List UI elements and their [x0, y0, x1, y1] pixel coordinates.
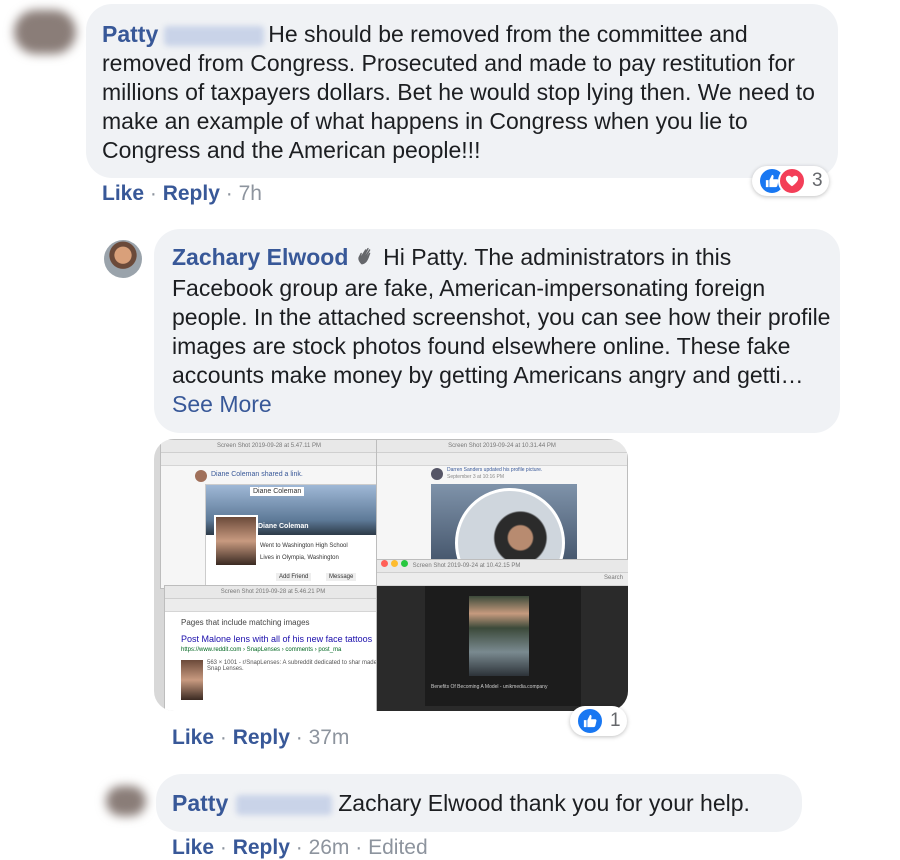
see-more-link[interactable]: See More [172, 391, 272, 417]
avatar-patty[interactable] [106, 786, 146, 816]
author-name[interactable]: Patty [102, 21, 158, 47]
comment-text: Zachary Elwood thank you for your help. [338, 790, 750, 816]
author-name[interactable]: Patty [172, 790, 228, 816]
comment-body: Patty Zachary Elwood thank you for your h… [172, 789, 750, 818]
comment-actions: Like · Reply · 37m [172, 726, 350, 749]
reply-link[interactable]: Reply [163, 182, 220, 205]
reaction-count: 3 [812, 170, 823, 191]
comment-actions: Like · Reply · 7h [102, 182, 262, 205]
screenshot-window-3: Screen Shot 2019-09-28 at 5.46.21 PM Pag… [164, 585, 382, 711]
timestamp[interactable]: 37m [309, 726, 350, 749]
comment-actions: Like · Reply · 26m · Edited [172, 836, 428, 859]
comment-text-rest: removed from Congress. Prosecuted and ma… [102, 50, 815, 163]
like-reaction-icon [576, 707, 604, 735]
wave-icon [355, 245, 377, 274]
avatar-zachary[interactable] [104, 240, 142, 278]
comment-body: Zachary Elwood Hi Patty. The administrat… [172, 243, 832, 419]
comment-bubble-zachary: Zachary Elwood Hi Patty. The administrat… [154, 229, 840, 433]
author-surname-redacted [236, 794, 333, 815]
reaction-summary[interactable]: 3 [752, 166, 829, 196]
avatar-patty[interactable] [14, 10, 76, 54]
timestamp[interactable]: 7h [239, 182, 262, 205]
reaction-count: 1 [610, 710, 621, 731]
comment-text: He should be removed from the committee … [268, 21, 748, 47]
reaction-summary[interactable]: 1 [570, 706, 627, 736]
edited-label[interactable]: Edited [368, 836, 428, 859]
like-link[interactable]: Like [172, 726, 214, 749]
timestamp[interactable]: 26m [309, 836, 350, 859]
love-reaction-icon [778, 167, 806, 195]
screenshot-window-4: Screen Shot 2019-09-24 at 10.42.15 PM Se… [376, 559, 628, 711]
reply-link[interactable]: Reply [233, 726, 290, 749]
author-name[interactable]: Zachary Elwood [172, 244, 348, 270]
like-link[interactable]: Like [172, 836, 214, 859]
comment-bubble-patty-2: Patty Zachary Elwood thank you for your h… [156, 774, 802, 832]
comment-bubble-patty-1: Patty He should be removed from the commi… [86, 4, 838, 178]
attachment-screenshot[interactable]: Screen Shot 2019-09-28 at 5.47.11 PM Dia… [154, 439, 628, 711]
comment-body: Patty He should be removed from the commi… [102, 20, 828, 165]
screenshot-window-1: Screen Shot 2019-09-28 at 5.47.11 PM Dia… [160, 439, 378, 589]
like-link[interactable]: Like [102, 182, 144, 205]
author-surname-redacted [164, 25, 265, 46]
reply-link[interactable]: Reply [233, 836, 290, 859]
